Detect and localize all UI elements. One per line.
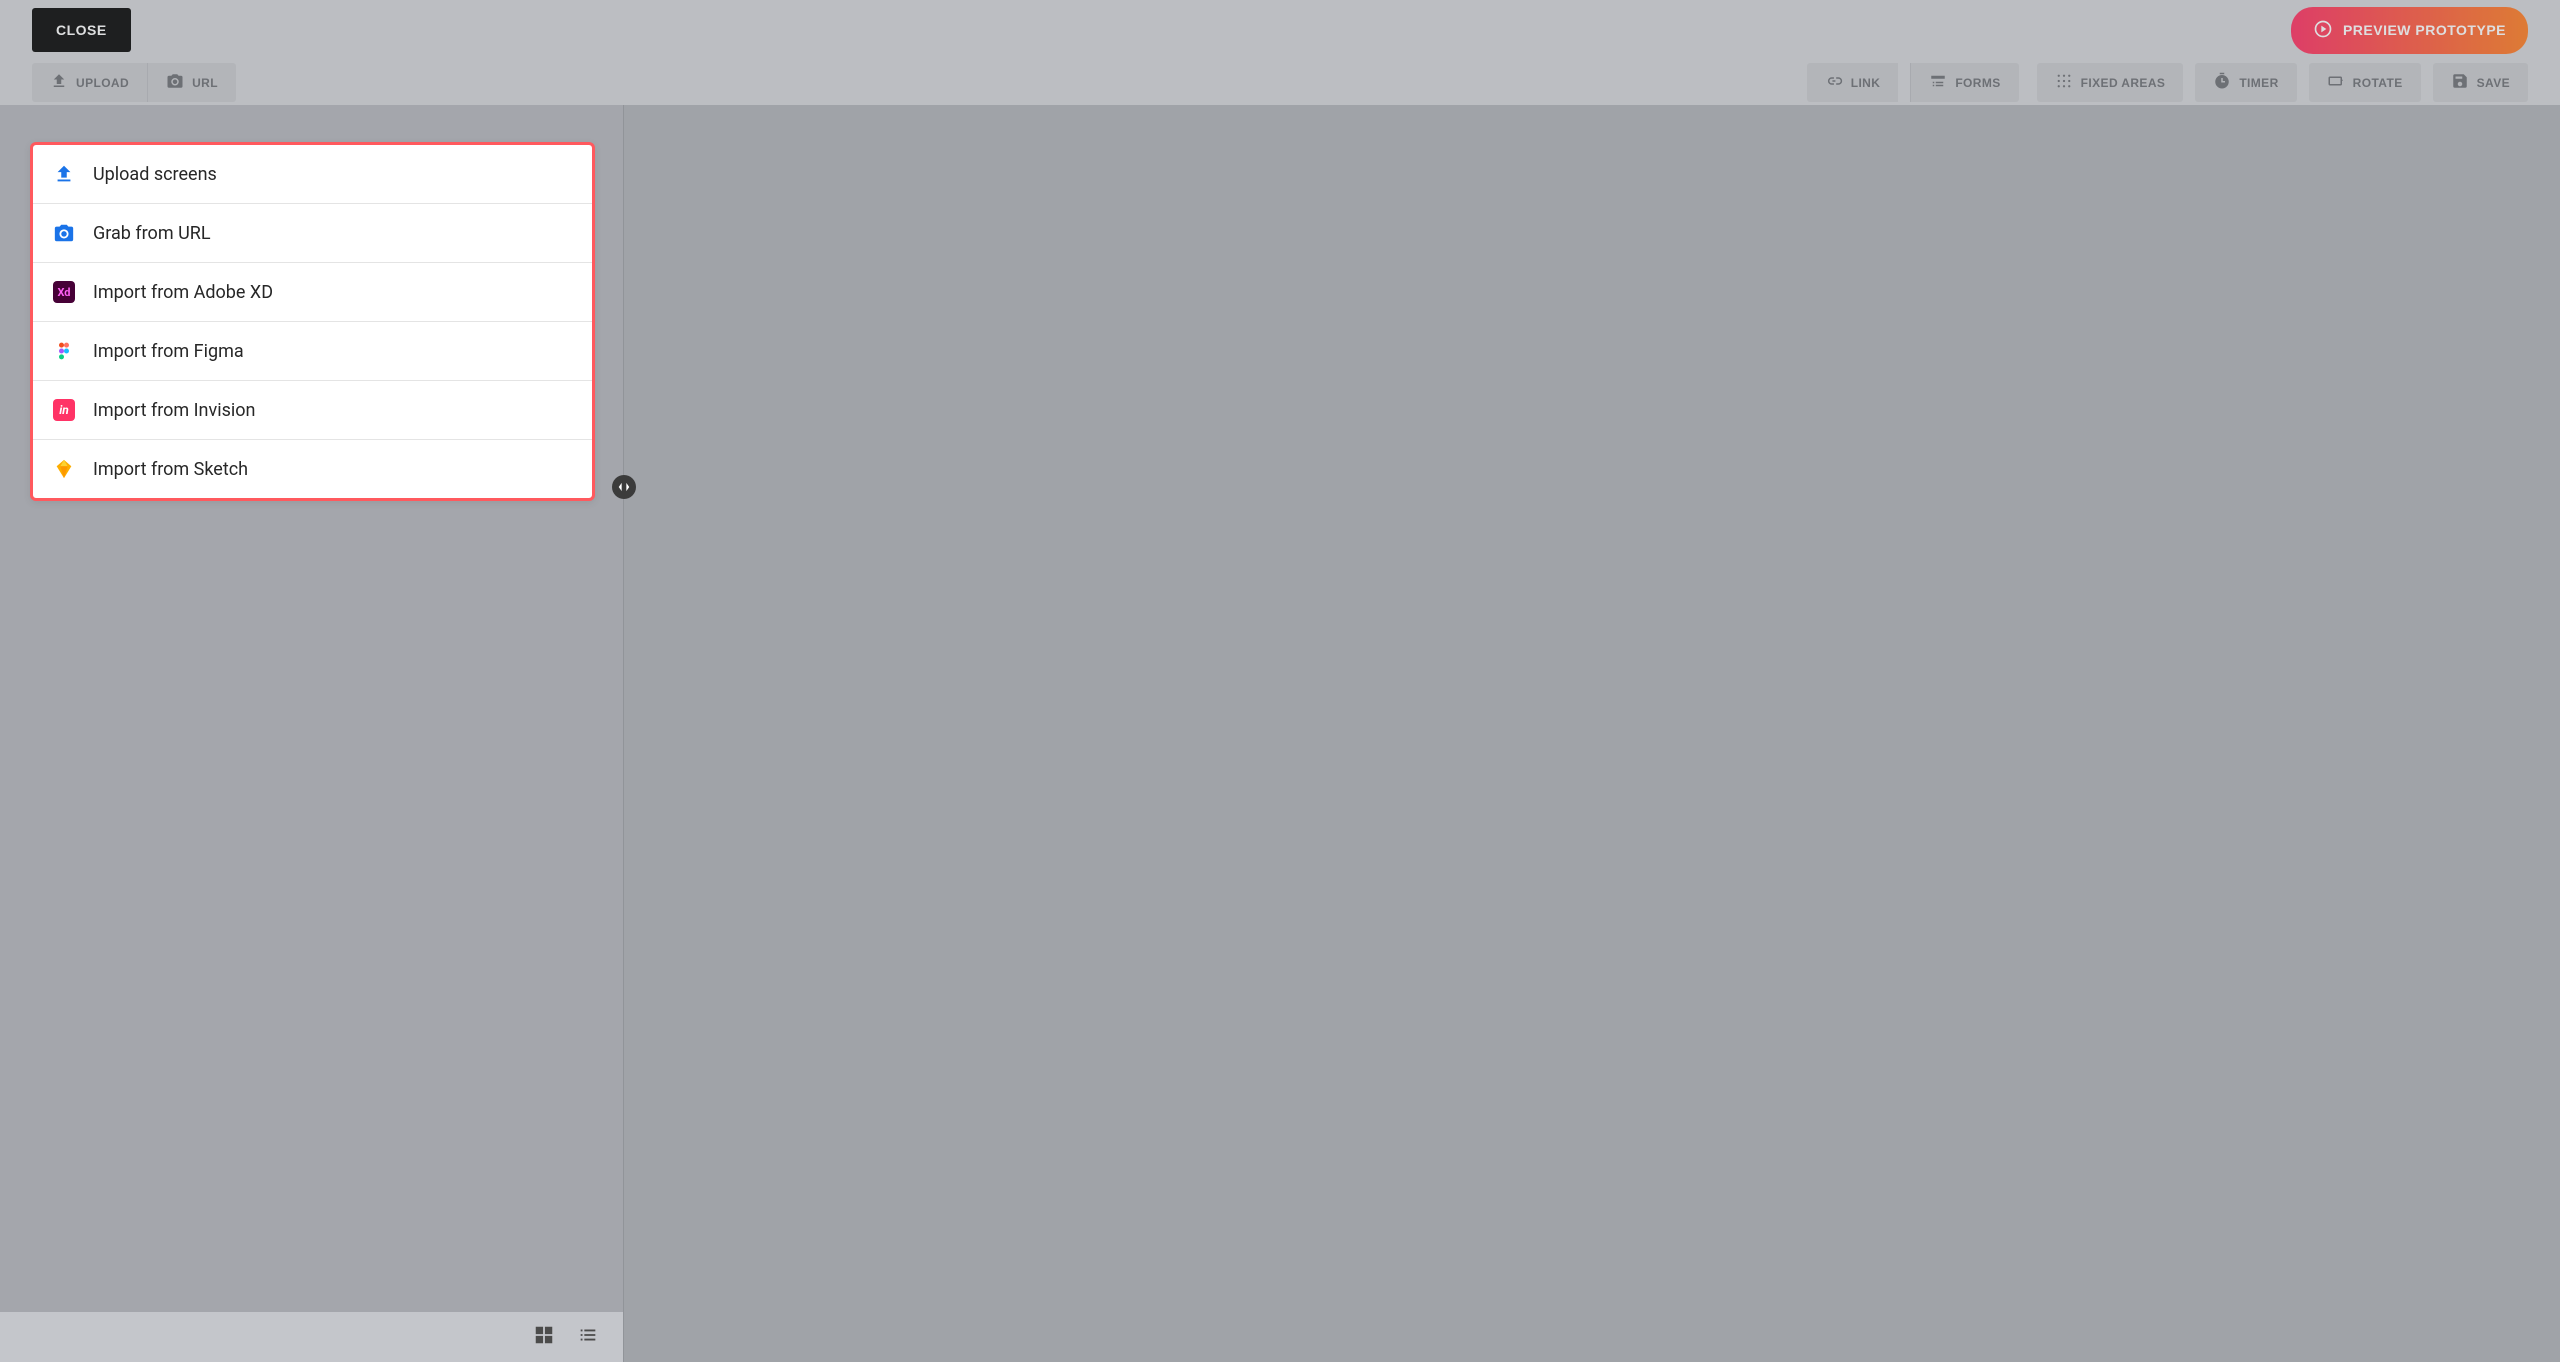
import-item-label: Grab from URL: [93, 223, 211, 244]
rotate-label: ROTATE: [2353, 76, 2403, 90]
import-menu: Upload screens Grab from URL Xd Import f…: [30, 142, 595, 501]
import-item-invision[interactable]: in Import from Invision: [33, 381, 592, 440]
link-icon: [1825, 72, 1843, 93]
toolbar: UPLOAD URL LINK FORMS FIXED AREAS: [0, 60, 2560, 105]
left-pane: Upload screens Grab from URL Xd Import f…: [0, 105, 623, 1362]
figma-icon: [53, 340, 75, 362]
url-button[interactable]: URL: [147, 63, 236, 102]
timer-button[interactable]: TIMER: [2195, 63, 2296, 102]
sketch-icon: [53, 458, 75, 480]
import-item-adobe-xd[interactable]: Xd Import from Adobe XD: [33, 263, 592, 322]
grid-view-icon[interactable]: [533, 1324, 555, 1350]
fixed-areas-label: FIXED AREAS: [2081, 76, 2166, 90]
import-item-label: Import from Figma: [93, 341, 244, 362]
import-item-sketch[interactable]: Import from Sketch: [33, 440, 592, 498]
import-item-figma[interactable]: Import from Figma: [33, 322, 592, 381]
import-item-upload-screens[interactable]: Upload screens: [33, 145, 592, 204]
link-label: LINK: [1851, 76, 1881, 90]
rotate-icon: [2327, 72, 2345, 93]
close-button[interactable]: CLOSE: [32, 8, 131, 52]
fixed-areas-button[interactable]: FIXED AREAS: [2037, 63, 2184, 102]
save-button[interactable]: SAVE: [2433, 63, 2528, 102]
pane-divider-handle[interactable]: [612, 475, 636, 499]
save-label: SAVE: [2477, 76, 2510, 90]
timer-label: TIMER: [2239, 76, 2278, 90]
upload-icon: [53, 163, 75, 185]
preview-label: PREVIEW PROTOTYPE: [2343, 22, 2506, 38]
forms-label: FORMS: [1955, 76, 2000, 90]
timer-icon: [2213, 72, 2231, 93]
invision-icon: in: [53, 399, 75, 421]
adobe-xd-icon: Xd: [53, 281, 75, 303]
import-item-label: Upload screens: [93, 164, 217, 185]
upload-label: UPLOAD: [76, 76, 129, 90]
preview-prototype-button[interactable]: PREVIEW PROTOTYPE: [2291, 7, 2528, 54]
import-item-label: Import from Adobe XD: [93, 282, 273, 303]
url-label: URL: [192, 76, 218, 90]
rotate-button[interactable]: ROTATE: [2309, 63, 2421, 102]
camera-icon: [53, 222, 75, 244]
left-pane-footer: [0, 1312, 623, 1362]
grid-dots-icon: [2055, 72, 2073, 93]
play-circle-icon: [2313, 19, 2333, 42]
import-item-grab-url[interactable]: Grab from URL: [33, 204, 592, 263]
toolbar-right-group: LINK FORMS FIXED AREAS TIMER ROTATE: [1807, 63, 2528, 102]
link-tool-button[interactable]: LINK: [1807, 63, 1899, 102]
right-pane: [623, 105, 2560, 1362]
toolbar-left-group: UPLOAD URL: [32, 63, 236, 102]
import-item-label: Import from Sketch: [93, 459, 248, 480]
list-view-icon[interactable]: [577, 1324, 599, 1350]
upload-icon: [50, 72, 68, 93]
upload-button[interactable]: UPLOAD: [32, 63, 147, 102]
topbar: CLOSE PREVIEW PROTOTYPE: [0, 0, 2560, 60]
main-area: Upload screens Grab from URL Xd Import f…: [0, 105, 2560, 1362]
save-icon: [2451, 72, 2469, 93]
forms-tool-button[interactable]: FORMS: [1910, 63, 2018, 102]
camera-icon: [166, 72, 184, 93]
import-item-label: Import from Invision: [93, 400, 255, 421]
forms-icon: [1929, 72, 1947, 93]
